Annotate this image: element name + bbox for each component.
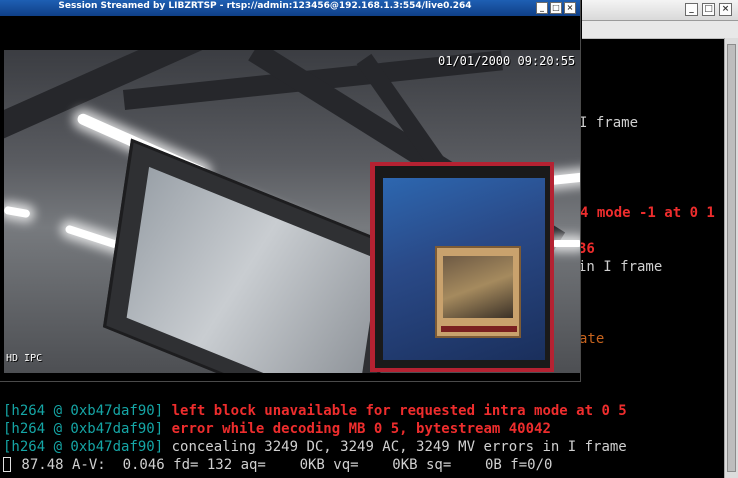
video-player-window: Session Streamed by LIBZRTSP - rtsp://ad… xyxy=(0,0,581,382)
log-message: left block unavailable for requested int… xyxy=(163,403,627,419)
monitor-video-image xyxy=(443,256,513,318)
minimize-button[interactable]: _ xyxy=(685,3,698,16)
terminal-window-controls: _ □ × xyxy=(685,3,732,16)
terminal-line: ate xyxy=(579,331,605,347)
terminal-line: I frame xyxy=(579,115,639,131)
video-window-controls: _ □ × xyxy=(536,2,576,14)
laptop xyxy=(102,138,400,373)
terminal-line: 4 mode -1 at 0 1 xyxy=(580,205,715,221)
minimize-button[interactable]: _ xyxy=(536,2,548,14)
playback-status-line: 87.48 A-V: 0.046 fd= 132 aq= 0KB vq= 0KB… xyxy=(3,457,552,473)
close-button[interactable]: × xyxy=(719,3,732,16)
terminal-line: [h264 @ 0xb47daf90] left block unavailab… xyxy=(3,403,627,419)
laptop-screen xyxy=(126,166,380,373)
video-frame[interactable]: 01/01/2000 09:20:55 HD IPC xyxy=(4,50,580,373)
playback-status-text: 87.48 A-V: 0.046 fd= 132 aq= 0KB vq= 0KB… xyxy=(13,457,553,473)
monitor-video-player xyxy=(435,246,521,338)
maximize-button[interactable]: □ xyxy=(702,3,715,16)
ceiling-light xyxy=(4,205,31,219)
camera-label-overlay: HD IPC xyxy=(6,353,43,364)
terminal-titlebar[interactable]: _ □ × xyxy=(582,0,738,21)
monitor xyxy=(370,162,554,372)
close-button[interactable]: × xyxy=(564,2,576,14)
scrollbar-thumb[interactable] xyxy=(727,44,736,472)
terminal-line: in I frame xyxy=(578,259,663,275)
video-window-title: Session Streamed by LIBZRTSP - rtsp://ad… xyxy=(58,1,472,11)
terminal-scrollbar[interactable] xyxy=(724,38,738,478)
log-message: concealing 3249 DC, 3249 AC, 3249 MV err… xyxy=(163,439,627,455)
video-window-titlebar[interactable]: Session Streamed by LIBZRTSP - rtsp://ad… xyxy=(0,0,580,16)
terminal-cursor xyxy=(3,457,11,472)
log-message: error while decoding MB 0 5, bytestream … xyxy=(163,421,551,437)
monitor-video-progress xyxy=(441,326,517,332)
log-prefix: [h264 @ 0xb47daf90] xyxy=(3,439,164,455)
video-timestamp-overlay: 01/01/2000 09:20:55 xyxy=(438,54,576,68)
terminal-line: [h264 @ 0xb47daf90] concealing 3249 DC, … xyxy=(3,439,627,455)
maximize-button[interactable]: □ xyxy=(550,2,562,14)
terminal-line: [h264 @ 0xb47daf90] error while decoding… xyxy=(3,421,551,437)
log-prefix: [h264 @ 0xb47daf90] xyxy=(3,403,164,419)
ceiling-light xyxy=(552,240,580,247)
monitor-screen xyxy=(383,178,545,360)
terminal-menubar xyxy=(582,21,738,39)
log-prefix: [h264 @ 0xb47daf90] xyxy=(3,421,164,437)
